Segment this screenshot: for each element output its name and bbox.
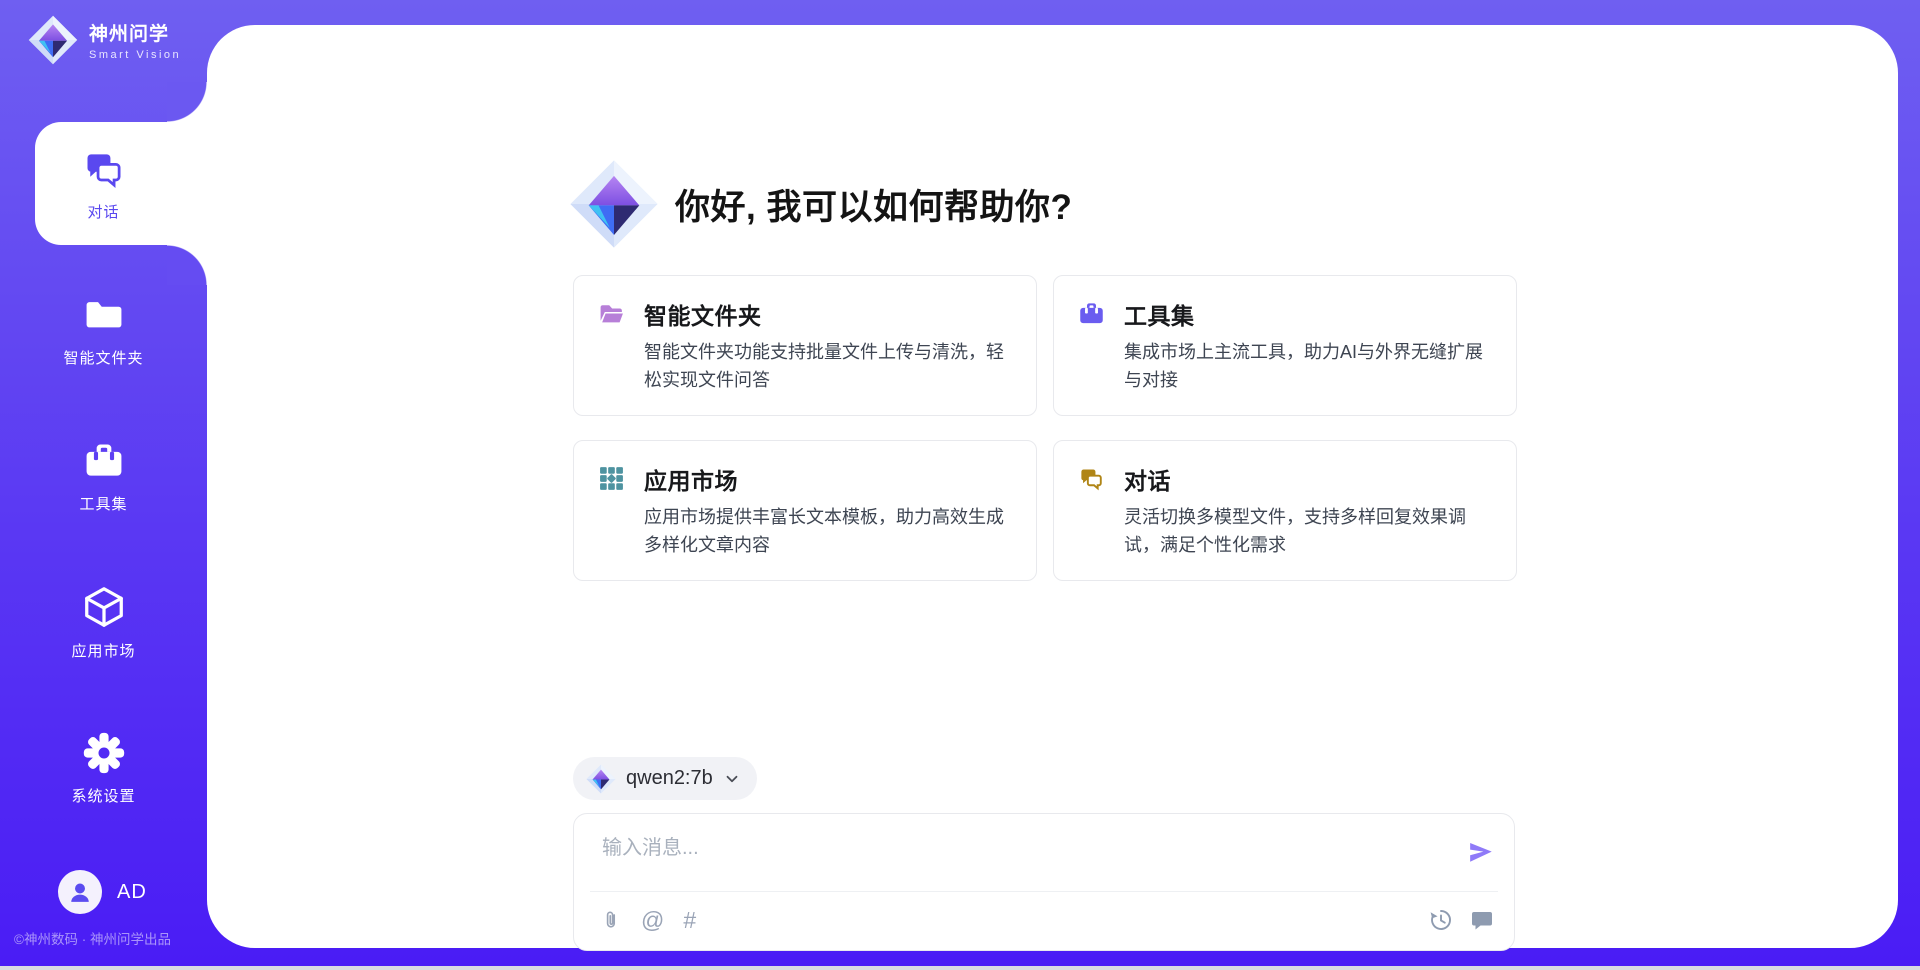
card-title: 智能文件夹 (644, 297, 1020, 331)
sidebar-item-label: 智能文件夹 (63, 347, 143, 368)
card-title: 工具集 (1124, 297, 1500, 331)
person-icon (66, 878, 94, 906)
message-input[interactable]: 输入消息... (602, 831, 1382, 883)
chat-icon (82, 147, 126, 191)
folder-open-icon (598, 300, 644, 395)
grid-icon (598, 465, 644, 560)
chat-icon (1078, 465, 1124, 560)
briefcase-icon (82, 439, 126, 483)
hash-icon: # (683, 909, 696, 932)
at-icon: @ (641, 909, 664, 932)
brand: 神州问学 Smart Vision (28, 15, 181, 65)
brand-subtitle: Smart Vision (89, 49, 181, 61)
user-initials: AD (117, 881, 147, 904)
sidebar-item-label: 对话 (87, 201, 119, 222)
card-description: 灵活切换多模型文件，支持多样回复效果调试，满足个性化需求 (1124, 504, 1500, 560)
briefcase-icon (1078, 300, 1124, 395)
brand-logo-icon (28, 15, 78, 65)
card-chat[interactable]: 对话 灵活切换多模型文件，支持多样回复效果调试，满足个性化需求 (1053, 440, 1517, 581)
brand-name: 神州问学 (89, 19, 181, 46)
sidebar-item-chat[interactable]: 对话 (0, 122, 207, 246)
greeting-text: 你好, 我可以如何帮助你? (675, 179, 1072, 230)
model-selector[interactable]: qwen2:7b (573, 757, 757, 800)
chevron-down-icon (723, 770, 741, 788)
history-icon (1429, 908, 1453, 932)
model-logo-icon (586, 764, 616, 794)
avatar (58, 870, 102, 914)
card-title: 对话 (1124, 462, 1500, 496)
sidebar-item-label: 系统设置 (71, 785, 135, 806)
viewport-edge (0, 966, 1920, 970)
mention-button[interactable]: @ (641, 909, 664, 932)
send-icon (1467, 839, 1494, 866)
sidebar-item-label: 工具集 (79, 493, 127, 514)
card-description: 智能文件夹功能支持批量文件上传与清洗，轻松实现文件问答 (644, 339, 1020, 395)
sidebar-item-smart-folder[interactable]: 智能文件夹 (0, 268, 207, 392)
paperclip-icon (600, 908, 622, 932)
gear-icon (82, 731, 126, 775)
chat-bubble-icon (1470, 908, 1494, 932)
user-account[interactable]: AD (58, 870, 147, 914)
card-description: 集成市场上主流工具，助力AI与外界无缝扩展与对接 (1124, 339, 1500, 395)
card-smart-folder[interactable]: 智能文件夹 智能文件夹功能支持批量文件上传与清洗，轻松实现文件问答 (573, 275, 1037, 416)
card-app-market[interactable]: 应用市场 应用市场提供丰富长文本模板，助力高效生成多样化文章内容 (573, 440, 1037, 581)
copyright-footer: ©神州数码 · 神州问学出品 (14, 928, 171, 948)
folder-icon (82, 293, 126, 337)
attach-file-button[interactable] (600, 908, 622, 932)
history-button[interactable] (1429, 908, 1453, 932)
content-column: 你好, 我可以如何帮助你? 智能文件夹 智能文件夹功能支持批量文件上传与清洗，轻… (573, 25, 1517, 970)
card-title: 应用市场 (644, 462, 1020, 496)
app-background: 神州问学 Smart Vision 对话 智能文件夹 工具集 (0, 0, 1920, 966)
active-pill-fillet-top (167, 82, 207, 122)
sidebar-item-label: 应用市场 (71, 640, 135, 661)
model-name: qwen2:7b (626, 767, 713, 790)
card-toolset[interactable]: 工具集 集成市场上主流工具，助力AI与外界无缝扩展与对接 (1053, 275, 1517, 416)
greeting-logo-icon (569, 159, 659, 249)
new-chat-button[interactable] (1470, 908, 1494, 932)
card-description: 应用市场提供丰富长文本模板，助力高效生成多样化文章内容 (644, 504, 1020, 560)
feature-cards: 智能文件夹 智能文件夹功能支持批量文件上传与清洗，轻松实现文件问答 工具集 集成… (573, 275, 1517, 581)
message-composer: 输入消息... @ (573, 813, 1515, 951)
topic-button[interactable]: # (683, 909, 696, 932)
sidebar-item-settings[interactable]: 系统设置 (0, 706, 207, 830)
greeting: 你好, 我可以如何帮助你? (569, 159, 1072, 249)
sidebar-item-app-market[interactable]: 应用市场 (0, 560, 207, 684)
sidebar-item-toolset[interactable]: 工具集 (0, 414, 207, 538)
cube-icon (81, 584, 127, 630)
send-button[interactable] (1467, 839, 1494, 871)
